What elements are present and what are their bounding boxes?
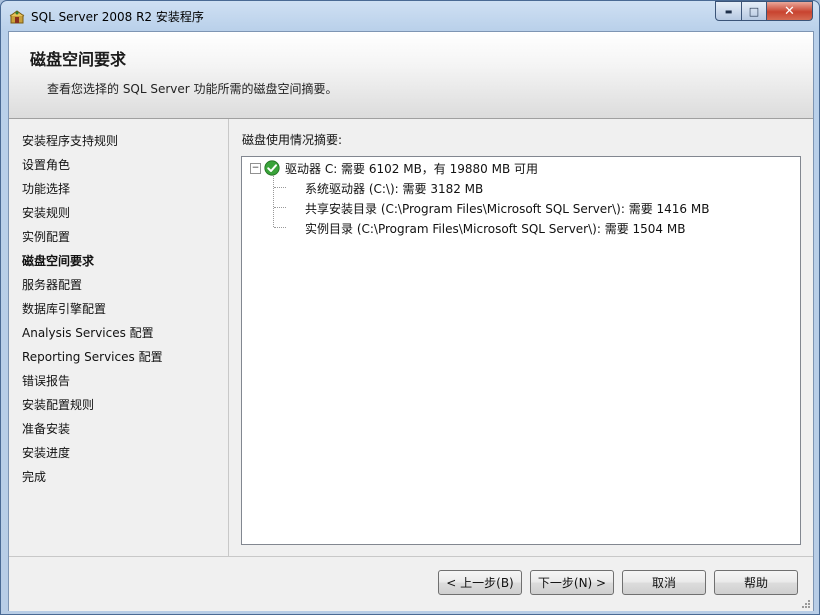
sidebar-item-analysis-services[interactable]: Analysis Services 配置 xyxy=(22,324,154,341)
caption-buttons: ▬ □ ✕ xyxy=(715,1,813,21)
sidebar-item-ready-to-install[interactable]: 准备安装 xyxy=(22,420,70,437)
button-bar: < 上一步(B) 下一步(N) > 取消 帮助 xyxy=(9,556,813,611)
next-button[interactable]: 下一步(N) > xyxy=(530,570,614,595)
tree-item-system-drive[interactable]: 系统驱动器 (C:\): 需要 3182 MB xyxy=(305,180,483,197)
sidebar-item-instance-config[interactable]: 实例配置 xyxy=(22,228,70,245)
sidebar-item-progress[interactable]: 安装进度 xyxy=(22,444,70,461)
sidebar-item-setup-role[interactable]: 设置角色 xyxy=(22,156,70,173)
check-ok-icon xyxy=(264,160,280,176)
close-icon: ✕ xyxy=(784,3,795,19)
maximize-icon: □ xyxy=(748,4,760,18)
minimize-button[interactable]: ▬ xyxy=(715,1,742,21)
close-button[interactable]: ✕ xyxy=(767,1,813,21)
help-button[interactable]: 帮助 xyxy=(714,570,798,595)
tree-connector xyxy=(274,187,286,188)
sql-server-setup-icon xyxy=(9,10,25,24)
tree-root-drive-c[interactable]: 驱动器 C: 需要 6102 MB，有 19880 MB 可用 xyxy=(285,160,538,177)
window-title: SQL Server 2008 R2 安装程序 xyxy=(31,10,204,24)
sidebar-item-support-rules[interactable]: 安装程序支持规则 xyxy=(22,132,118,149)
disk-usage-tree[interactable]: − 驱动器 C: 需要 6102 MB，有 19880 MB 可用 系统驱动器 … xyxy=(241,156,801,545)
sidebar-item-complete[interactable]: 完成 xyxy=(22,468,46,485)
sidebar-item-config-rules[interactable]: 安装配置规则 xyxy=(22,396,94,413)
client-area: 磁盘空间要求 查看您选择的 SQL Server 功能所需的磁盘空间摘要。 安装… xyxy=(8,31,814,611)
sidebar-item-db-engine-config[interactable]: 数据库引擎配置 xyxy=(22,300,106,317)
sidebar-item-reporting-services[interactable]: Reporting Services 配置 xyxy=(22,348,163,365)
sidebar-item-installation-rules[interactable]: 安装规则 xyxy=(22,204,70,221)
title-bar[interactable]: SQL Server 2008 R2 安装程序 ▬ □ ✕ xyxy=(1,1,819,31)
tree-item-shared-install-dir[interactable]: 共享安装目录 (C:\Program Files\Microsoft SQL S… xyxy=(305,200,709,217)
page-title: 磁盘空间要求 xyxy=(30,50,127,69)
page-header: 磁盘空间要求 查看您选择的 SQL Server 功能所需的磁盘空间摘要。 xyxy=(9,32,813,119)
installer-window: SQL Server 2008 R2 安装程序 ▬ □ ✕ 磁盘空间要求 查看您… xyxy=(0,0,820,615)
cancel-button[interactable]: 取消 xyxy=(622,570,706,595)
minimize-icon: ▬ xyxy=(724,6,733,16)
page-description: 查看您选择的 SQL Server 功能所需的磁盘空间摘要。 xyxy=(47,82,338,96)
back-button[interactable]: < 上一步(B) xyxy=(438,570,522,595)
sidebar-item-error-reporting[interactable]: 错误报告 xyxy=(22,372,70,389)
maximize-button[interactable]: □ xyxy=(742,1,767,21)
sidebar-item-server-config[interactable]: 服务器配置 xyxy=(22,276,82,293)
sidebar-item-feature-selection[interactable]: 功能选择 xyxy=(22,180,70,197)
sidebar-item-disk-space[interactable]: 磁盘空间要求 xyxy=(22,252,94,269)
tree-connector xyxy=(273,176,274,227)
tree-connector xyxy=(274,207,286,208)
tree-item-instance-dir[interactable]: 实例目录 (C:\Program Files\Microsoft SQL Ser… xyxy=(305,220,685,237)
steps-sidebar: 安装程序支持规则 设置角色 功能选择 安装规则 实例配置 磁盘空间要求 服务器配… xyxy=(9,119,229,556)
disk-usage-summary-label: 磁盘使用情况摘要: xyxy=(242,133,343,147)
resize-grip-icon[interactable] xyxy=(801,599,811,609)
collapse-icon[interactable]: − xyxy=(250,163,261,174)
tree-connector xyxy=(274,227,286,228)
